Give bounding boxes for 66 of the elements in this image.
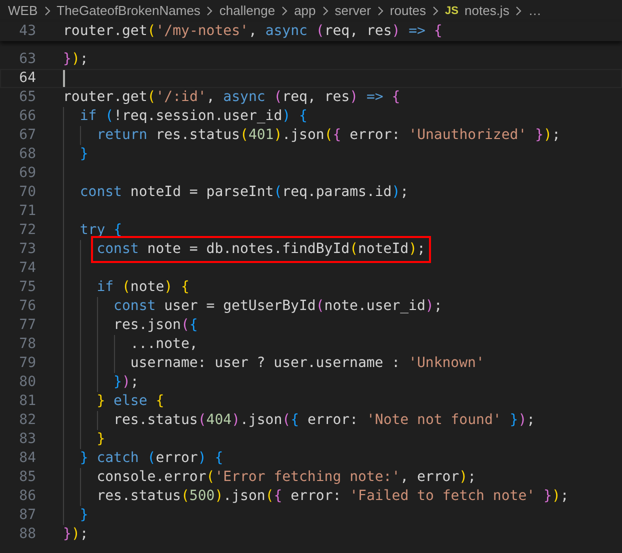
breadcrumb-item[interactable]: routes <box>390 1 426 21</box>
code-line: const user = getUserById(note.user_id); <box>114 297 442 316</box>
breadcrumb-item[interactable]: challenge <box>219 1 276 21</box>
line-number: 63 <box>18 50 36 69</box>
line-number: 72 <box>18 221 36 240</box>
code-line: }); <box>114 373 139 392</box>
line-number: 64 <box>18 69 36 88</box>
line-number: 88 <box>18 525 36 544</box>
code-line: }); <box>63 525 88 544</box>
line-number: 73 <box>18 240 36 259</box>
line-number: 84 <box>18 449 36 468</box>
line-number: 67 <box>18 126 36 145</box>
code-line: console.error('Error fetching note:', error); <box>96 468 476 487</box>
line-number: 87 <box>18 506 36 525</box>
line-number: 76 <box>18 297 36 316</box>
breadcrumb-item[interactable]: TheGateofBrokenNames <box>56 1 200 21</box>
chevron-right-icon <box>281 6 288 16</box>
line-number: 65 <box>18 88 36 107</box>
breadcrumb-item[interactable]: … <box>528 1 542 21</box>
line-number: 81 <box>18 392 36 411</box>
breadcrumb-item[interactable]: app <box>294 1 316 21</box>
code-line: username: user ? user.username : 'Unknown' <box>130 354 484 373</box>
chevron-right-icon <box>44 6 51 16</box>
code-line: router.get('/:id', async (req, res) => { <box>63 88 400 107</box>
code-line: }); <box>63 50 88 69</box>
code-line: const noteId = parseInt(req.params.id); <box>80 183 409 202</box>
line-number: 83 <box>18 430 36 449</box>
code-line: } catch (error) { <box>80 449 224 468</box>
line-number: 79 <box>18 354 36 373</box>
code-line: } else { <box>96 392 164 411</box>
text-cursor <box>63 70 65 88</box>
code-line: res.json({ <box>114 316 198 335</box>
chevron-right-icon <box>432 6 440 16</box>
line-number: 80 <box>18 373 36 392</box>
chevron-right-icon <box>206 6 214 16</box>
code-line: res.status(404).json({ error: 'Note not found' }); <box>114 411 536 430</box>
code-line: res.status(500).json({ error: 'Failed to fetch note' }); <box>96 487 569 506</box>
code-line: } <box>80 145 88 164</box>
line-number: 68 <box>18 145 36 164</box>
code-line: ...note, <box>130 335 198 354</box>
line-number: 70 <box>18 183 36 202</box>
code-line: if (note) { <box>96 278 190 297</box>
line-number: 78 <box>18 335 36 354</box>
chevron-right-icon <box>376 6 384 16</box>
line-number: 85 <box>18 468 36 487</box>
javascript-file-icon: JS <box>445 2 459 20</box>
line-number: 71 <box>18 202 36 221</box>
line-number: 86 <box>18 487 36 506</box>
line-number: 75 <box>18 278 36 297</box>
line-number: 66 <box>18 107 36 126</box>
code-line: } <box>96 430 106 449</box>
code-line: if (!req.session.user_id) { <box>80 107 308 126</box>
line-number: 74 <box>18 259 36 278</box>
code-line: } <box>80 506 88 525</box>
line-number: 82 <box>18 411 36 430</box>
line-number: 43 <box>18 22 36 41</box>
breadcrumb-item[interactable]: server <box>334 1 371 21</box>
breadcrumb-item[interactable]: WEB <box>8 1 38 21</box>
code-line[interactable]: router.get('/my-notes', async (req, res) => { <box>63 22 442 41</box>
chevron-right-icon <box>322 6 329 16</box>
breadcrumb-item[interactable]: notes.js <box>464 1 510 21</box>
code-line: return res.status(401).json({ error: 'Unauthorized' }); <box>96 126 560 145</box>
line-number: 69 <box>18 164 36 183</box>
code-line: try { <box>80 221 122 240</box>
line-number: 77 <box>18 316 36 335</box>
chevron-right-icon <box>515 6 522 16</box>
